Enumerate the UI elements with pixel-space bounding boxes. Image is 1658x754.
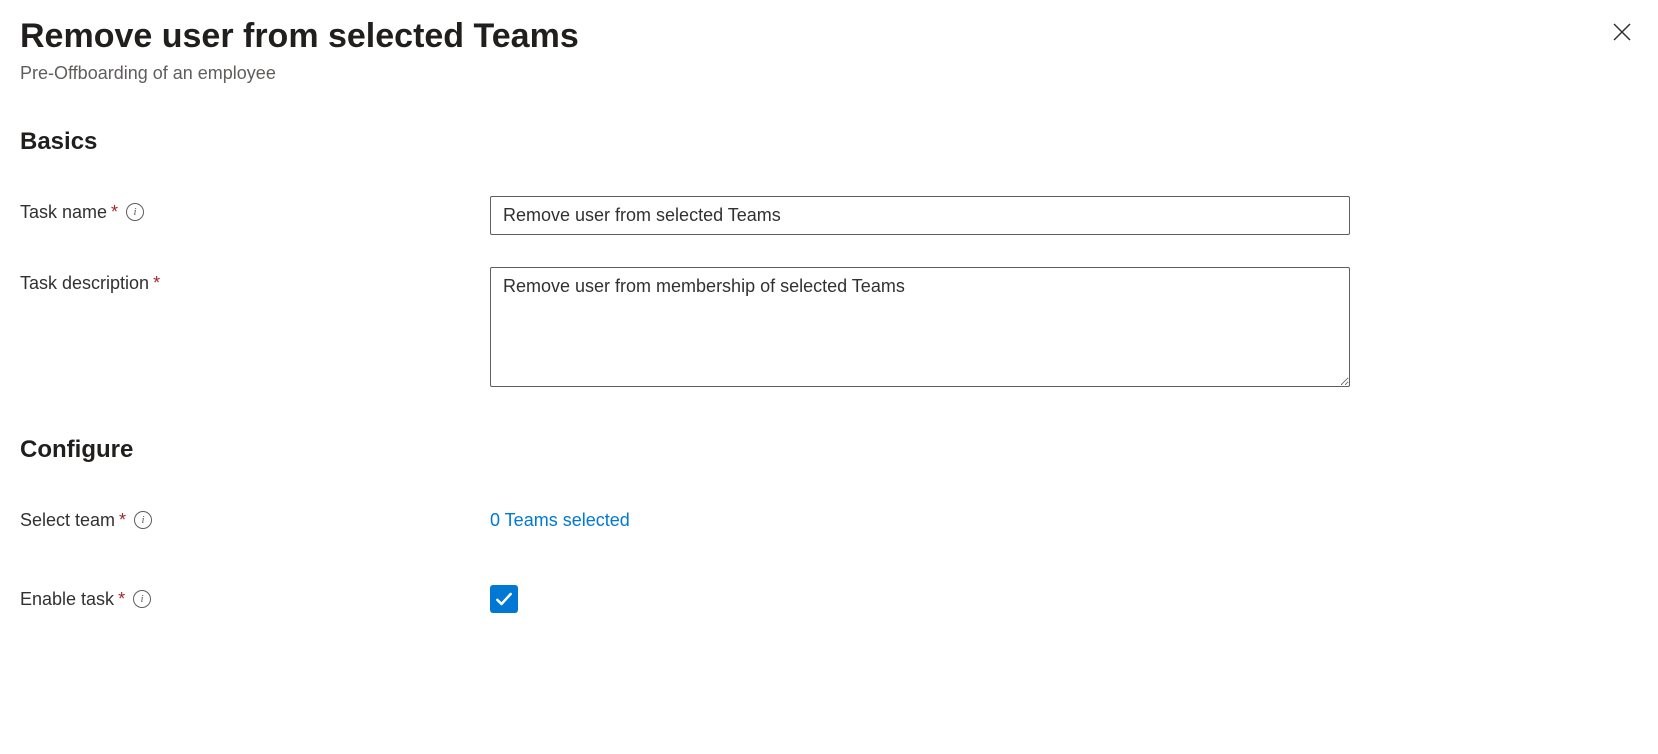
task-name-label: Task name (20, 202, 107, 223)
info-icon[interactable]: i (133, 590, 151, 608)
enable-task-checkbox[interactable] (490, 585, 518, 613)
enable-task-row: Enable task * i (20, 583, 1638, 614)
task-name-row: Task name * i (20, 196, 1638, 235)
info-icon[interactable]: i (134, 511, 152, 529)
task-description-control-col (490, 267, 1350, 392)
section-basics-title: Basics (20, 128, 1638, 156)
close-icon (1610, 20, 1634, 44)
required-marker: * (118, 589, 125, 610)
configure-section: Select team * i 0 Teams selected Enable … (20, 504, 1638, 614)
header-left: Remove user from selected Teams Pre-Offb… (20, 16, 1606, 84)
task-description-label-col: Task description * (20, 267, 490, 294)
select-team-row: Select team * i 0 Teams selected (20, 504, 1638, 531)
close-button[interactable] (1606, 16, 1638, 48)
required-marker: * (119, 510, 126, 531)
select-team-label-col: Select team * i (20, 504, 490, 531)
task-name-label-col: Task name * i (20, 196, 490, 223)
select-team-control-col: 0 Teams selected (490, 504, 1350, 531)
enable-task-control-col (490, 583, 1350, 614)
task-name-control-col (490, 196, 1350, 235)
page-title: Remove user from selected Teams (20, 16, 1606, 57)
enable-task-label: Enable task (20, 589, 114, 610)
enable-task-label-col: Enable task * i (20, 583, 490, 610)
section-configure-title: Configure (20, 436, 1638, 464)
task-description-row: Task description * (20, 267, 1638, 392)
select-team-label: Select team (20, 510, 115, 531)
task-description-label: Task description (20, 273, 149, 294)
select-team-link[interactable]: 0 Teams selected (490, 504, 630, 531)
task-description-input[interactable] (490, 267, 1350, 387)
page-subtitle: Pre-Offboarding of an employee (20, 63, 1606, 84)
checkmark-icon (494, 589, 514, 609)
info-icon[interactable]: i (126, 203, 144, 221)
header-row: Remove user from selected Teams Pre-Offb… (20, 16, 1638, 84)
required-marker: * (153, 273, 160, 294)
task-name-input[interactable] (490, 196, 1350, 235)
enable-task-checkbox-wrapper (490, 583, 518, 613)
required-marker: * (111, 202, 118, 223)
